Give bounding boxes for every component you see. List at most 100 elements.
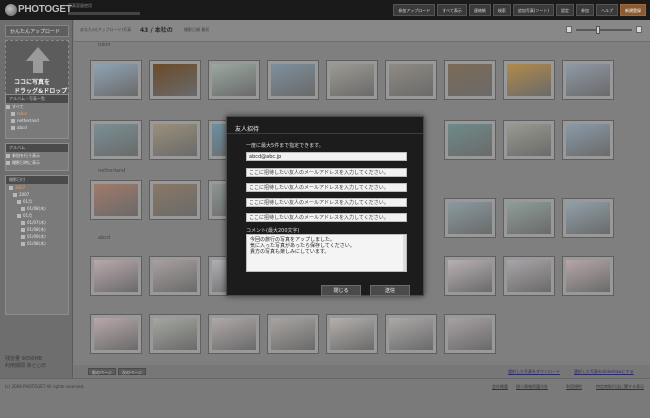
prev-page-button[interactable]: 前のページ [88,368,116,375]
header-nav-all[interactable]: すべて表示 [437,4,467,16]
photo-thumbnail[interactable] [444,120,496,160]
photo-thumbnail[interactable] [444,60,496,100]
photo-thumbnail[interactable] [444,198,496,238]
date-item[interactable]: 2007 [6,191,68,198]
photo-thumbnail[interactable] [562,60,614,100]
date-item[interactable]: 01/08(木) [6,240,68,247]
footer-link-terms[interactable]: 利用規約 [566,384,582,390]
photo-thumbnail[interactable] [562,256,614,296]
zoom-knob[interactable] [596,26,600,34]
drop-zone[interactable]: ココに写真を ドラッグ&ドロップ [5,40,69,100]
photo-thumbnail[interactable] [444,256,496,296]
header-nav-register[interactable]: 新規登録 [620,4,646,16]
date-item[interactable]: 2007 [6,184,68,191]
calendar-icon [21,221,25,225]
album-item-all[interactable]: すべて [6,103,68,110]
zoom-in-icon[interactable] [636,26,642,33]
photo-thumbnail[interactable] [90,120,142,160]
page-footer: (c) 2008 PHOTOGET All rights reserved. 会… [0,378,650,418]
dialog-hint: 一度に最大5件まで指定できます。 [246,143,324,149]
zoom-track[interactable] [576,29,632,31]
date-item[interactable]: 01月 [6,212,68,219]
footer-link-legal[interactable]: 特定商取引法に関する表示 [596,384,644,390]
header-nav: 参加アップロード すべて表示 連絡帳 検索 追加写真(ソート) 設定 参加 ヘル… [393,4,646,16]
email-field-5[interactable] [246,213,407,222]
album-item-netherland[interactable]: netherland [6,117,68,124]
photo-thumbnail[interactable] [90,60,142,100]
photo-thumbnail[interactable] [149,314,201,354]
photo-thumbnail[interactable] [149,60,201,100]
upload-arrow-icon [26,47,50,61]
photo-count-value: 43 / 本社の [140,27,173,34]
option-show-by-date[interactable]: 撮影日時に表示 [6,159,68,166]
photo-thumbnail[interactable] [149,256,201,296]
header-nav-help[interactable]: ヘルプ [596,4,618,16]
album-options-panel: アルバム 参加を行う表示 撮影日時に表示 [5,143,69,171]
slideshow-selected-link[interactable]: 選択した写真をslideshowにする [574,369,634,375]
storage-info: 残容量 9056MB 利用期間 あと○日 [5,356,69,370]
comment-textarea[interactable]: 今回の旅行の写真をアップしました。 気に入った写真があったら保存してください。 … [246,234,407,272]
thumbnail-size-slider[interactable] [566,26,642,34]
album-options-header: アルバム [6,144,68,152]
header-nav-upload[interactable]: 参加アップロード [393,4,436,16]
album-item-abcd[interactable]: abcd [6,124,68,131]
option-show-joined[interactable]: 参加を行う表示 [6,152,68,159]
date-item[interactable]: 01/07(木) [6,219,68,226]
send-button[interactable]: 送信 [370,285,410,296]
sort-order-label[interactable]: 撮影日順 最初 [184,27,209,33]
photo-thumbnail[interactable] [385,60,437,100]
photo-thumbnail[interactable] [503,198,555,238]
calendar-icon [21,242,25,246]
app-header: PHOTOGET 写真容量使用 参加アップロード すべて表示 連絡帳 検索 追加… [0,0,650,20]
footer-link-company[interactable]: 会社概要 [492,384,508,390]
photo-thumbnail[interactable] [503,60,555,100]
photo-toolbar: あなたの(アップロード)写真 43 / 本社の 撮影日順 最初 [74,20,650,42]
photo-thumbnail[interactable] [503,256,555,296]
calendar-icon [9,186,13,190]
close-button[interactable]: 閉じる [321,285,361,296]
zoom-out-icon[interactable] [566,26,572,33]
header-nav-add-photos[interactable]: 追加写真(ソート) [512,4,554,16]
photo-thumbnail[interactable] [326,60,378,100]
photo-thumbnail[interactable] [503,120,555,160]
album-item-tokio[interactable]: tokio [6,110,68,117]
date-item[interactable]: 01/08(木) [6,226,68,233]
email-field-4[interactable] [246,198,407,207]
photo-thumbnail[interactable] [149,120,201,160]
photo-thumbnail[interactable] [149,180,201,220]
calendar-icon [21,228,25,232]
header-nav-contacts[interactable]: 連絡帳 [468,4,491,16]
photo-thumbnail[interactable] [326,314,378,354]
header-nav-join[interactable]: 参加 [576,4,594,16]
photo-thumbnail[interactable] [208,60,260,100]
header-nav-settings[interactable]: 設定 [556,4,574,16]
date-item[interactable]: 01/09(木) [6,233,68,240]
photo-thumbnail[interactable] [444,314,496,354]
folder-icon [6,105,10,109]
photo-thumbnail[interactable] [90,256,142,296]
easy-upload-button[interactable]: かんたんアップロード [5,25,69,37]
photo-thumbnail[interactable] [208,314,260,354]
photo-thumbnail[interactable] [562,198,614,238]
header-nav-search[interactable]: 検索 [492,4,511,16]
download-selected-link[interactable]: 選択した写真をダウンロード [508,369,560,375]
date-tree-panel: 撮影日付 2007 2007 01月 01/08(木) 01月 01/07(木)… [5,175,69,315]
photo-thumbnail[interactable] [385,314,437,354]
email-field-3[interactable] [246,183,407,192]
date-item[interactable]: 01月 [6,198,68,205]
photo-thumbnail[interactable] [267,60,319,100]
photo-browser-footer: 前のページ 次のページ 選択した写真をダウンロード 選択した写真をslidesh… [74,365,650,378]
photo-thumbnail[interactable] [562,120,614,160]
photo-thumbnail[interactable] [267,314,319,354]
email-field-1[interactable] [246,152,407,161]
comment-scrollbar[interactable] [403,235,406,271]
photo-thumbnail[interactable] [90,180,142,220]
date-item[interactable]: 01/08(木) [6,205,68,212]
date-tree-header: 撮影日付 [6,176,68,184]
email-field-2[interactable] [246,168,407,177]
footer-link-privacy[interactable]: 個人情報保護方針 [516,384,548,390]
photo-thumbnail[interactable] [90,314,142,354]
checkbox-icon [6,161,10,165]
photoget-logo[interactable]: PHOTOGET [5,3,72,17]
next-page-button[interactable]: 次のページ [118,368,146,375]
